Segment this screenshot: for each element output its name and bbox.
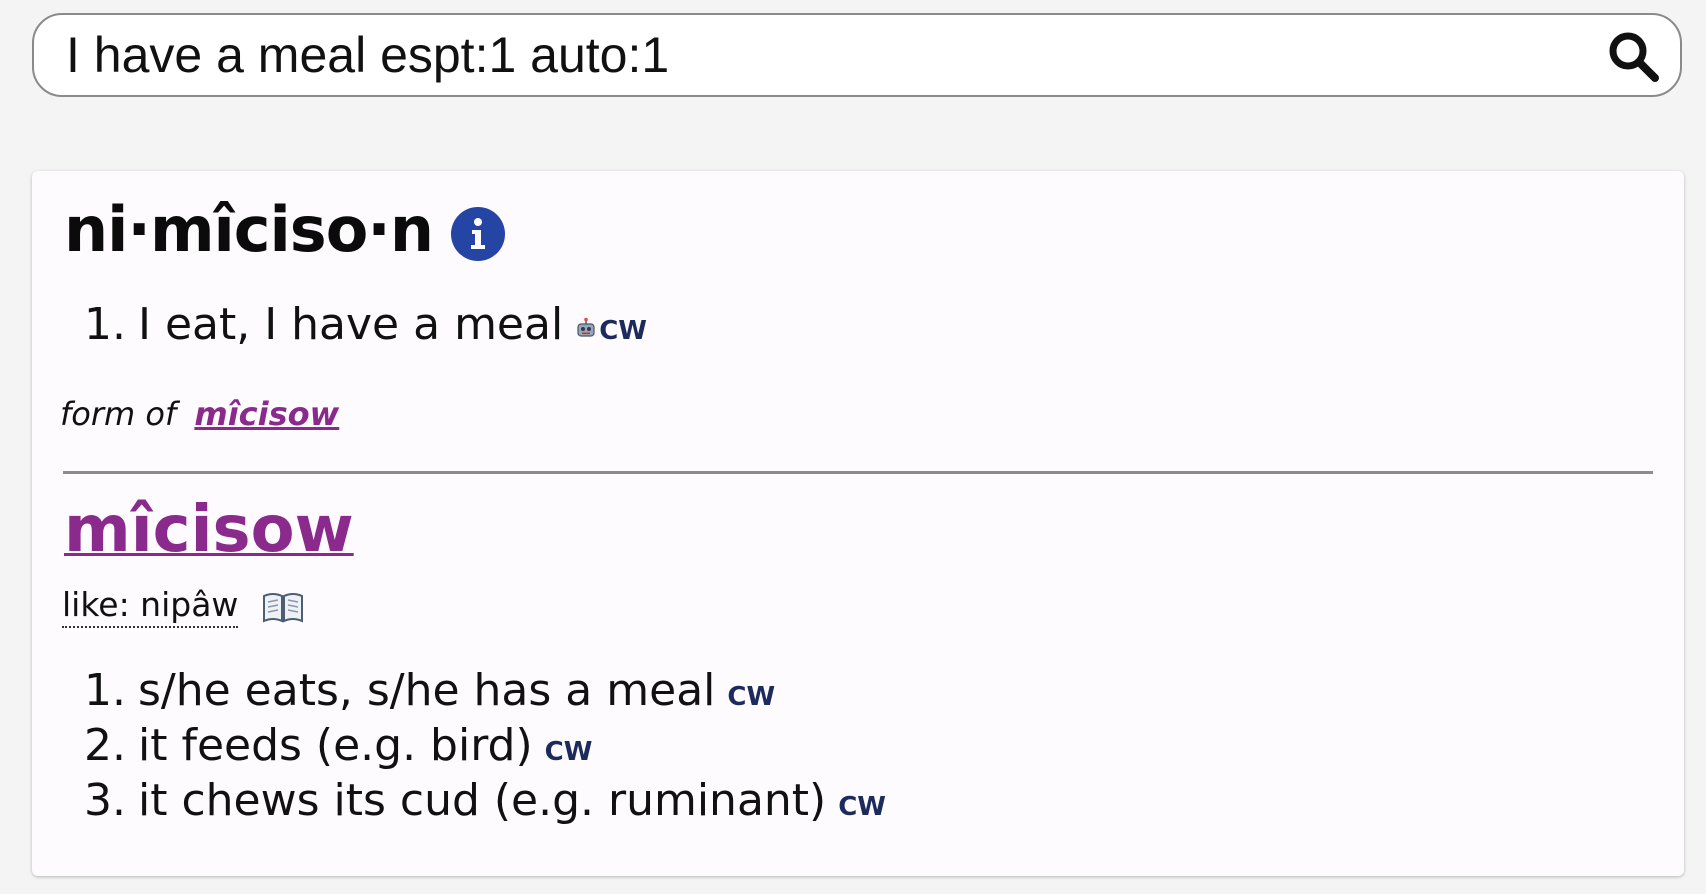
lemma-link[interactable]: mîcisow (64, 493, 354, 567)
search-icon (1609, 32, 1659, 82)
definition-number: 3. (84, 775, 126, 826)
definition-text: s/he eats, s/he has a meal (137, 665, 716, 716)
definition-item: 1. I eat, I have a meal CW (84, 299, 647, 350)
book-icon[interactable] (262, 591, 304, 623)
lemma-definitions: 1. s/he eats, s/he has a meal CW 2. it f… (84, 665, 886, 826)
form-of-link[interactable]: mîcisow (194, 395, 339, 433)
form-of-label: form of (60, 395, 177, 433)
headword-row: ni·mîciso·n (64, 193, 505, 266)
definition-item: 1. s/he eats, s/he has a meal CW (84, 665, 886, 716)
search-button[interactable] (1604, 27, 1662, 85)
info-icon[interactable] (451, 206, 505, 261)
definition-text: it chews its cud (e.g. ruminant) (137, 775, 827, 826)
definition-text: it feeds (e.g. bird) (137, 720, 533, 771)
definition-item: 3. it chews its cud (e.g. ruminant) CW (84, 775, 886, 826)
source-tag[interactable]: CW (545, 737, 593, 767)
definition-number: 1. (84, 665, 126, 716)
paradigm-row: like: nipâw (62, 585, 304, 628)
definition-number: 1. (84, 299, 126, 350)
definition-number: 2. (84, 720, 126, 771)
search-bar (32, 13, 1682, 97)
source-tag[interactable]: CW (727, 682, 775, 712)
headword: ni·mîciso·n (64, 193, 434, 266)
source-tag[interactable]: CW (838, 792, 886, 822)
definition-text: I eat, I have a meal (137, 299, 564, 350)
paradigm-label[interactable]: like: nipâw (62, 585, 239, 628)
form-of-line: form of mîcisow (60, 395, 339, 433)
source-tag[interactable]: CW (599, 316, 647, 346)
robot-icon (577, 317, 595, 337)
search-input[interactable] (66, 15, 1586, 95)
divider (63, 471, 1653, 474)
headword-definitions: 1. I eat, I have a meal CW (84, 299, 647, 350)
definition-item: 2. it feeds (e.g. bird) CW (84, 720, 886, 771)
result-card: ni·mîciso·n 1. I eat, I have a meal CW f… (32, 171, 1684, 876)
